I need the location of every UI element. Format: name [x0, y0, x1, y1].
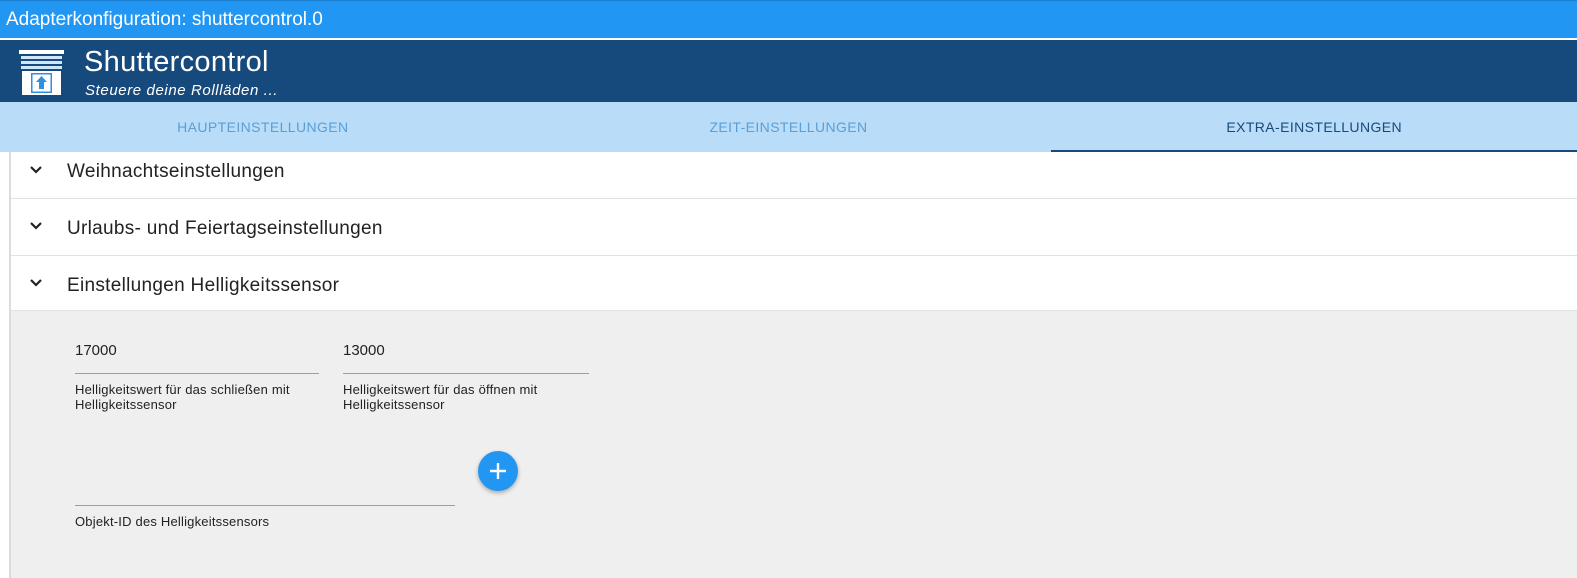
accordion-title: Weihnachtseinstellungen	[67, 161, 285, 182]
open-brightness-input[interactable]	[343, 339, 589, 363]
open-brightness-field: Helligkeitswert für das öffnen mit Helli…	[343, 339, 589, 412]
chevron-down-icon	[30, 166, 42, 174]
tab-extra-einstellungen[interactable]: EXTRA-EINSTELLUNGEN	[1051, 102, 1577, 152]
object-id-field: Objekt-ID des Helligkeitssensors	[75, 477, 455, 529]
tab-haupteinstellungen[interactable]: HAUPTEINSTELLUNGEN	[0, 102, 526, 152]
app-subtitle: Steuere deine Rollläden ...	[85, 82, 278, 99]
shutter-logo-icon	[19, 50, 64, 95]
object-id-input[interactable]	[75, 477, 455, 501]
chevron-down-icon	[30, 222, 42, 230]
open-brightness-label: Helligkeitswert für das öffnen mit Helli…	[343, 382, 538, 412]
object-id-label: Objekt-ID des Helligkeitssensors	[75, 514, 270, 529]
plus-icon	[490, 463, 506, 479]
tab-zeit-einstellungen[interactable]: ZEIT-EINSTELLUNGEN	[526, 102, 1052, 152]
app-name: Shuttercontrol	[84, 46, 269, 78]
accordion-helligkeitssensor[interactable]: Einstellungen Helligkeitssensor	[11, 256, 1577, 311]
helligkeitssensor-panel: Helligkeitswert für das schließen mit He…	[11, 311, 1577, 578]
main-content: Weihnachtseinstellungen Urlaubs- und Fei…	[0, 152, 1577, 578]
add-object-id-button[interactable]	[478, 451, 518, 491]
close-brightness-label: Helligkeitswert für das schließen mit He…	[75, 382, 290, 412]
input-underline	[75, 505, 455, 506]
app-header: Shuttercontrol Steuere deine Rollläden .…	[0, 38, 1577, 102]
close-brightness-field: Helligkeitswert für das schließen mit He…	[75, 339, 319, 412]
input-underline	[343, 373, 589, 374]
close-brightness-input[interactable]	[75, 339, 319, 363]
input-underline	[75, 373, 319, 374]
window-title: Adapterkonfiguration: shuttercontrol.0	[0, 0, 1577, 38]
accordion-urlaubs-feiertagseinstellungen[interactable]: Urlaubs- und Feiertagseinstellungen	[11, 199, 1577, 256]
chevron-down-icon	[30, 279, 42, 287]
accordion-title: Einstellungen Helligkeitssensor	[67, 275, 340, 296]
tab-bar: HAUPTEINSTELLUNGEN ZEIT-EINSTELLUNGEN EX…	[0, 102, 1577, 152]
accordion-title: Urlaubs- und Feiertagseinstellungen	[67, 218, 383, 239]
accordion-weihnachtseinstellungen[interactable]: Weihnachtseinstellungen	[11, 152, 1577, 199]
